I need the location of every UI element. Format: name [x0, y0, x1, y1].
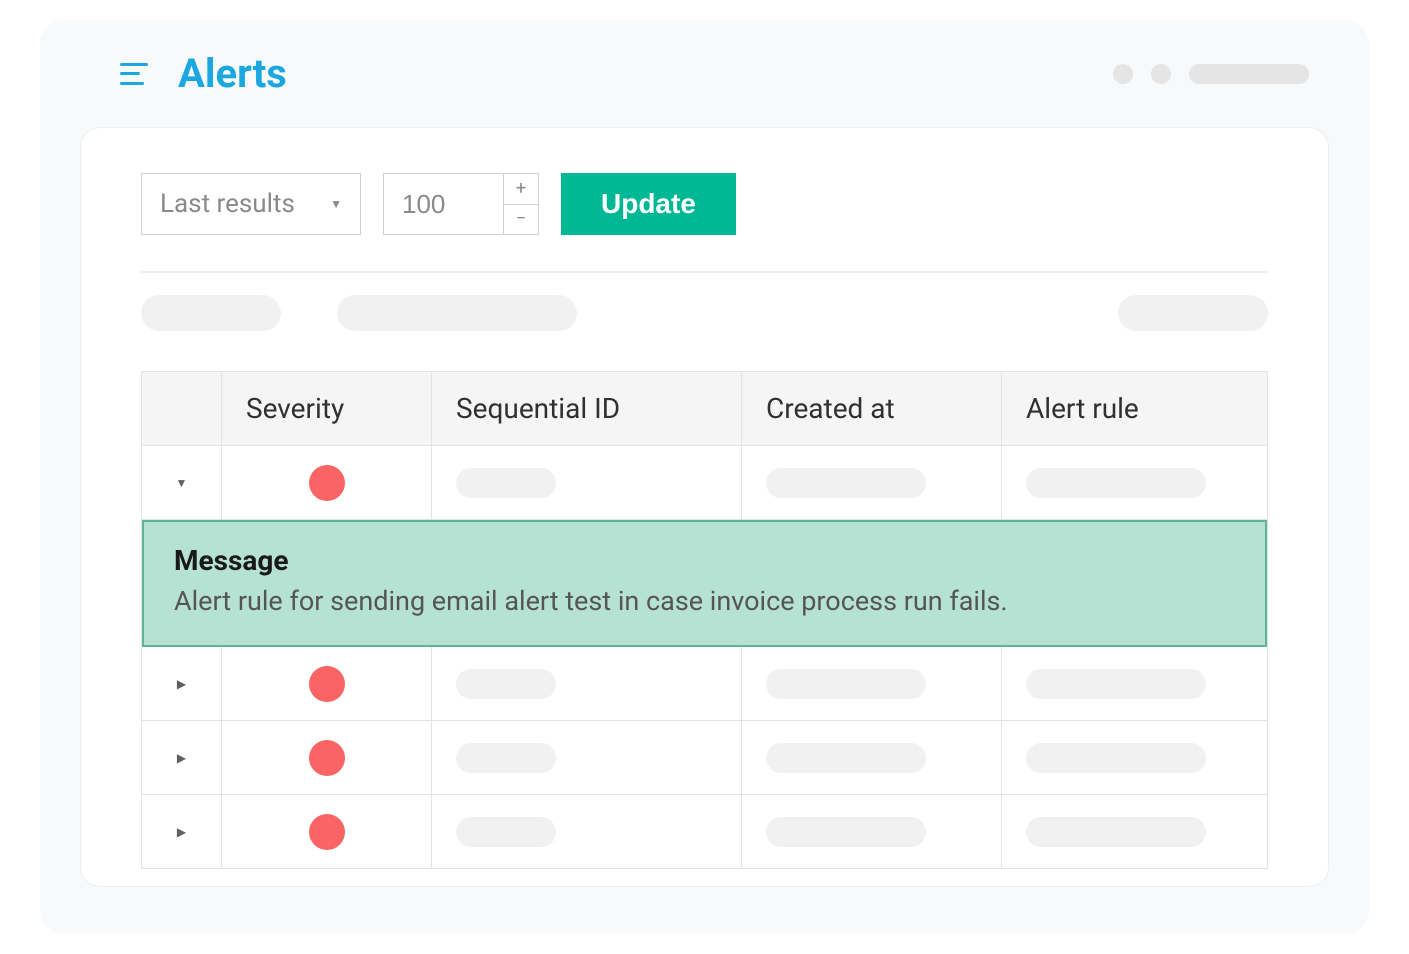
table-row: ▶: [142, 647, 1267, 721]
message-body: Alert rule for sending email alert test …: [174, 585, 1235, 617]
message-panel: Message Alert rule for sending email ale…: [142, 520, 1267, 647]
results-filter-select[interactable]: Last results ▼: [141, 173, 361, 235]
placeholder: [766, 468, 926, 498]
header-placeholder-dot: [1151, 64, 1171, 84]
table-row: ▶: [142, 721, 1267, 795]
column-header-created-at: Created at: [742, 372, 1002, 446]
sequential-id-cell: [432, 721, 742, 795]
controls-row: Last results ▼ + − Update: [141, 173, 1268, 235]
sequential-id-cell: [432, 647, 742, 721]
filter-placeholder: [1118, 295, 1268, 331]
column-header-alert-rule: Alert rule: [1002, 372, 1267, 446]
placeholder: [456, 669, 556, 699]
sequential-id-cell: [432, 795, 742, 869]
count-stepper: + −: [383, 173, 539, 235]
created-at-cell: [742, 647, 1002, 721]
message-title: Message: [174, 544, 1235, 577]
filter-placeholder: [337, 295, 577, 331]
placeholder: [456, 817, 556, 847]
expand-icon[interactable]: ▶: [177, 751, 186, 765]
created-at-cell: [742, 446, 1002, 520]
severity-cell: [222, 446, 432, 520]
expand-cell: ▼: [142, 446, 222, 520]
stepper-down-button[interactable]: −: [504, 205, 538, 235]
placeholder: [456, 468, 556, 498]
placeholder: [766, 743, 926, 773]
collapse-icon[interactable]: ▼: [176, 476, 188, 490]
table-row: ▶: [142, 795, 1267, 869]
created-at-cell: [742, 721, 1002, 795]
placeholder: [456, 743, 556, 773]
header: Alerts: [40, 20, 1369, 117]
table-row: ▼: [142, 446, 1267, 520]
app-window: Alerts Last results ▼ + − Update: [40, 20, 1369, 934]
placeholder: [1026, 669, 1206, 699]
sequential-id-cell: [432, 446, 742, 520]
table-header: Severity Sequential ID Created at Alert …: [142, 372, 1267, 446]
count-input[interactable]: [383, 173, 503, 235]
severity-cell: [222, 795, 432, 869]
header-placeholder-dot: [1113, 64, 1133, 84]
divider: [141, 271, 1268, 273]
column-header-expand: [142, 372, 222, 446]
filter-placeholder: [141, 295, 281, 331]
severity-cell: [222, 647, 432, 721]
header-left: Alerts: [120, 50, 287, 97]
menu-icon[interactable]: [120, 63, 148, 85]
severity-dot-icon: [309, 465, 345, 501]
header-actions: [1113, 64, 1309, 84]
expand-cell: ▶: [142, 721, 222, 795]
update-button[interactable]: Update: [561, 173, 736, 235]
stepper-up-button[interactable]: +: [504, 174, 538, 205]
filter-row: [141, 295, 1268, 331]
placeholder: [766, 669, 926, 699]
column-header-sequential-id: Sequential ID: [432, 372, 742, 446]
severity-dot-icon: [309, 740, 345, 776]
alerts-table: Severity Sequential ID Created at Alert …: [141, 371, 1268, 869]
header-placeholder-pill: [1189, 64, 1309, 84]
expand-cell: ▶: [142, 795, 222, 869]
results-filter-label: Last results: [160, 189, 295, 219]
column-header-severity: Severity: [222, 372, 432, 446]
alert-rule-cell: [1002, 795, 1267, 869]
alert-rule-cell: [1002, 446, 1267, 520]
expand-icon[interactable]: ▶: [177, 677, 186, 691]
severity-dot-icon: [309, 666, 345, 702]
severity-cell: [222, 721, 432, 795]
alert-rule-cell: [1002, 721, 1267, 795]
placeholder: [1026, 468, 1206, 498]
placeholder: [1026, 743, 1206, 773]
severity-dot-icon: [309, 814, 345, 850]
page-title: Alerts: [178, 50, 287, 97]
created-at-cell: [742, 795, 1002, 869]
expand-cell: ▶: [142, 647, 222, 721]
expand-icon[interactable]: ▶: [177, 825, 186, 839]
alert-rule-cell: [1002, 647, 1267, 721]
chevron-down-icon: ▼: [330, 197, 342, 211]
placeholder: [766, 817, 926, 847]
content-card: Last results ▼ + − Update Severity Se: [80, 127, 1329, 887]
stepper-buttons: + −: [503, 173, 539, 235]
placeholder: [1026, 817, 1206, 847]
